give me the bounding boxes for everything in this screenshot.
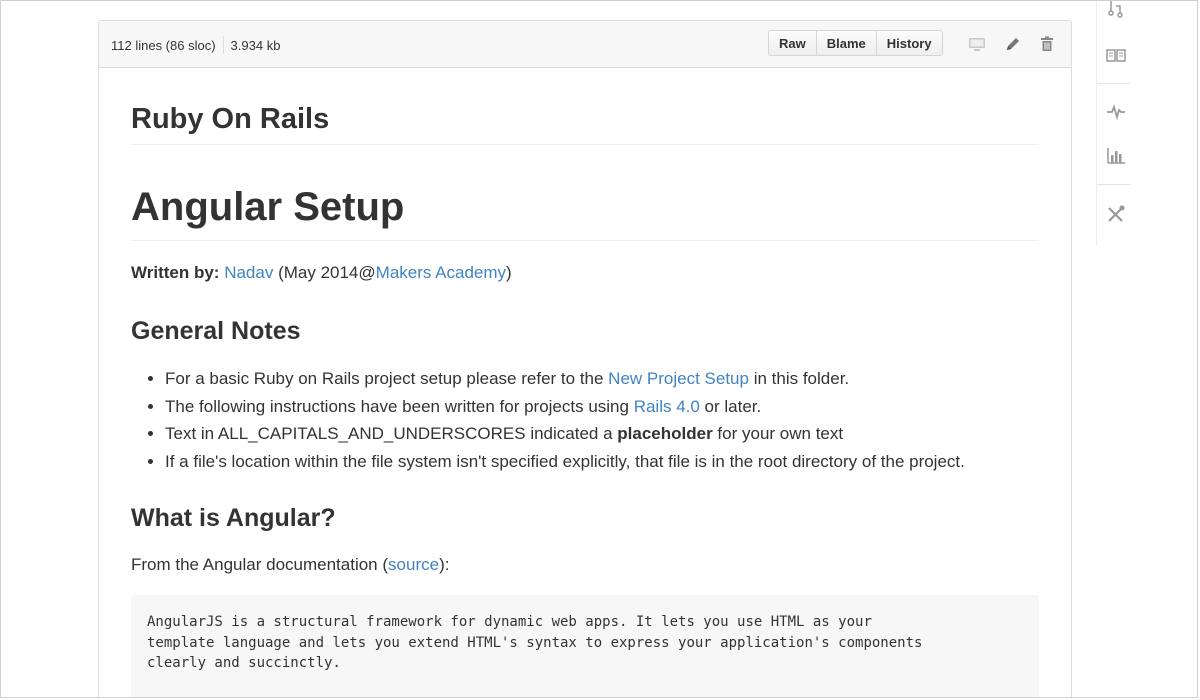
list-item-text: For a basic Ruby on Rails project setup …	[165, 369, 609, 388]
rails-4-link[interactable]: Rails 4.0	[634, 397, 700, 416]
trash-icon[interactable]	[1038, 35, 1056, 53]
list-item-text: The following instructions have been wri…	[165, 396, 634, 416]
pulse-icon[interactable]	[1105, 101, 1127, 123]
list-item: For a basic Ruby on Rails project setup …	[165, 368, 965, 396]
title-divider	[131, 144, 1039, 145]
book-icon[interactable]	[1105, 44, 1127, 66]
list-item: Text in ALL_CAPITALS_AND_UNDERSCORES ind…	[165, 423, 965, 451]
list-item-text: Text in ALL_CAPITALS_AND_UNDERSCORES ind…	[165, 424, 618, 443]
list-item-text: in this folder.	[748, 369, 850, 388]
written-by-line: Written by: Nadav (May 2014@Makers Acade…	[131, 263, 512, 283]
makers-academy-link[interactable]: Makers Academy	[376, 263, 506, 282]
browser-frame: 112 lines (86 sloc) 3.934 kb Raw Blame H…	[0, 0, 1198, 698]
list-item-text: for your own text	[712, 424, 844, 443]
blame-button[interactable]: Blame	[815, 30, 877, 56]
file-header: 112 lines (86 sloc) 3.934 kb Raw Blame H…	[99, 21, 1071, 68]
file-box: 112 lines (86 sloc) 3.934 kb Raw Blame H…	[98, 20, 1072, 697]
general-notes-list: For a basic Ruby on Rails project setup …	[131, 368, 965, 478]
repo-title: Ruby On Rails	[131, 103, 330, 135]
intro-text: ):	[439, 555, 450, 574]
placeholder-bold: placeholder	[617, 424, 713, 443]
what-is-angular-heading: What is Angular?	[131, 504, 336, 532]
sidebar-separator	[1097, 83, 1131, 84]
file-info-divider	[222, 36, 224, 54]
pencil-icon[interactable]	[1004, 35, 1022, 53]
file-info: 112 lines (86 sloc) 3.934 kb	[111, 36, 280, 54]
history-button[interactable]: History	[875, 30, 943, 56]
code-block: AngularJS is a structural framework for …	[131, 595, 1039, 697]
author-link[interactable]: Nadav	[224, 263, 273, 282]
written-by-label: Written by:	[131, 263, 220, 282]
date-text: (May 2014@	[273, 263, 376, 282]
sidebar-separator	[1097, 184, 1131, 185]
main-title-divider	[131, 240, 1039, 241]
list-item: The following instructions have been wri…	[165, 396, 965, 424]
file-lines: 112 lines (86 sloc)	[111, 37, 216, 53]
repo-sidebar	[1096, 1, 1137, 246]
angular-intro: From the Angular documentation (source):	[131, 555, 449, 575]
list-item: If a file's location within the file sys…	[165, 451, 965, 479]
new-project-setup-link[interactable]: New Project Setup	[608, 369, 749, 388]
desktop-icon[interactable]	[968, 35, 986, 53]
raw-button[interactable]: Raw	[768, 30, 817, 56]
list-item-text: or later.	[699, 396, 762, 416]
main-title: Angular Setup	[131, 185, 405, 229]
list-item-text: If a file's location within the file sys…	[165, 451, 965, 471]
tools-icon[interactable]	[1105, 203, 1127, 225]
intro-text: From the Angular documentation (	[131, 555, 389, 574]
closing-paren: )	[506, 263, 512, 282]
file-actions: Raw Blame History	[768, 30, 943, 56]
pull-request-icon[interactable]	[1105, 1, 1127, 23]
graph-icon[interactable]	[1105, 145, 1127, 167]
file-size: 3.934 kb	[230, 37, 281, 53]
source-link[interactable]: source	[388, 555, 439, 574]
general-notes-heading: General Notes	[131, 317, 301, 345]
